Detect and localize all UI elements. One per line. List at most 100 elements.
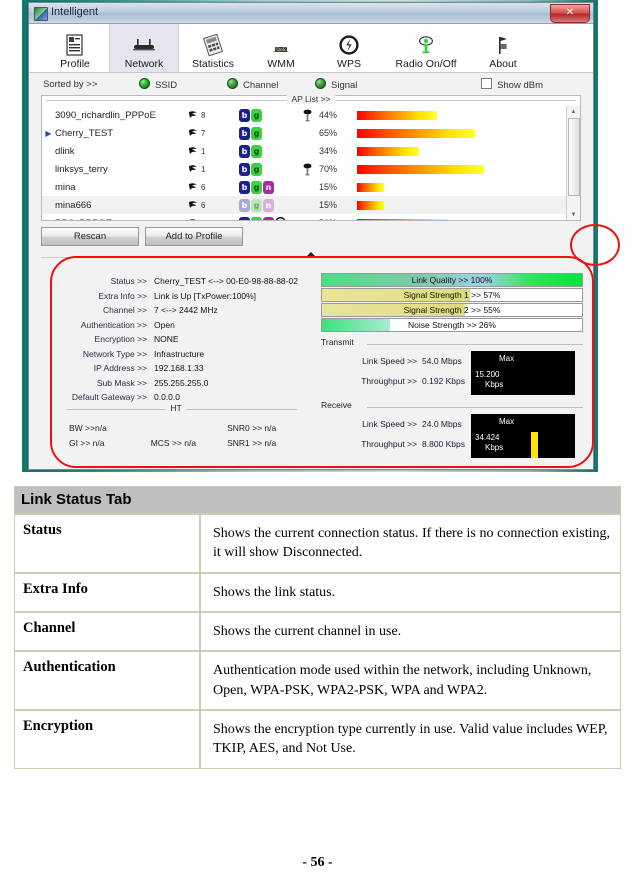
- ap-list-row[interactable]: dlink 1 b g 34%: [42, 142, 566, 160]
- app-logo-icon: [34, 7, 48, 21]
- band-badge-g-icon: g: [251, 126, 262, 140]
- band-badge-g-icon: g: [251, 144, 262, 158]
- table-title: Link Status Tab: [14, 486, 621, 514]
- ap-list-row[interactable]: mina666 6 b g n 15%: [42, 196, 566, 214]
- ap-signal-bar: [357, 164, 485, 174]
- tab-network[interactable]: Network: [109, 24, 179, 72]
- wps-icon: [338, 32, 360, 58]
- table-row-description: Shows the link status.: [200, 572, 621, 612]
- ap-channel: 1: [187, 163, 239, 176]
- ap-signal-bar: [357, 200, 385, 210]
- channel-icon: [189, 182, 197, 190]
- band-badge-b-icon: b: [239, 162, 250, 176]
- ap-signal-percent: 65%: [319, 128, 338, 138]
- rescan-button[interactable]: Rescan: [41, 227, 139, 246]
- ap-list-row[interactable]: mina 6 b g n 15%: [42, 178, 566, 196]
- band-badge-b-icon: b: [239, 126, 250, 140]
- table-row-key: Channel: [14, 611, 200, 652]
- ap-channel-number: 1: [201, 164, 206, 174]
- ap-signal-bar: [357, 146, 419, 156]
- show-dbm-checkbox[interactable]: Show dBm: [481, 77, 543, 91]
- ap-signal-percent: 15%: [319, 182, 338, 192]
- ap-channel: 6: [187, 181, 239, 194]
- ap-channel-number: 6: [201, 182, 206, 192]
- sort-option-signal[interactable]: Signal: [315, 77, 403, 91]
- ap-list-rows[interactable]: 3090_richardlin_PPPoE 8 b g 44% ▶ Cherry_TEST 7…: [42, 106, 566, 220]
- description-table: Link Status Tab Status Shows the current c…: [14, 486, 621, 769]
- add-to-profile-button[interactable]: Add to Profile: [145, 227, 243, 246]
- ap-list-row[interactable]: linksys_terry 1 b g 70%: [42, 160, 566, 178]
- annotation-highlight-collapse-arrow: [570, 224, 620, 266]
- table-row-description: Shows the current connection status. If …: [200, 514, 621, 573]
- sort-option-ssid[interactable]: SSID: [139, 77, 227, 91]
- band-badge-n-icon: n: [263, 180, 274, 194]
- ap-signal-bar: [357, 218, 448, 220]
- radio-antenna-icon: [415, 32, 437, 58]
- network-router-icon: [131, 32, 157, 58]
- table-row-description: Authentication mode used within the netw…: [200, 651, 621, 710]
- band-badge-b-icon: b: [239, 198, 250, 212]
- scroll-up-icon[interactable]: ▲: [567, 106, 580, 117]
- ap-ssid: Cherry_TEST: [55, 127, 114, 139]
- tab-about[interactable]: About: [469, 24, 537, 72]
- radio-icon: [227, 77, 238, 89]
- security-lock-icon: [295, 109, 319, 122]
- tab-statistics[interactable]: Statistics: [179, 24, 247, 72]
- ap-signal-bar: [357, 182, 385, 192]
- page-number: - 56 -: [302, 855, 333, 870]
- ap-channel-number: 6: [201, 200, 206, 210]
- close-button[interactable]: ✕: [550, 4, 590, 23]
- table-row: Extra Info Shows the link status.: [14, 572, 621, 612]
- scrollbar-thumb[interactable]: [568, 118, 580, 196]
- band-badge-b-icon: b: [239, 216, 250, 220]
- tab-about-label: About: [489, 58, 517, 70]
- band-badge-g-icon: g: [251, 108, 262, 122]
- statistics-icon: [202, 32, 224, 58]
- ap-band-badges: bg: [239, 108, 295, 122]
- ap-band-badges: bgn: [239, 198, 295, 212]
- profile-icon: [65, 32, 85, 58]
- ap-channel: 10: [187, 217, 239, 221]
- radio-icon: [315, 77, 326, 89]
- band-badge-b-icon: b: [239, 144, 250, 158]
- ap-ssid: linksys_terry: [55, 163, 108, 175]
- table-row-key: Authentication: [14, 651, 200, 710]
- window-titlebar: Intelligent ✕: [29, 3, 593, 24]
- main-toolbar: Profile Network Statistics QoS WMM WPS R…: [29, 24, 593, 73]
- ap-list-row[interactable]: ▶ Cherry_TEST 7 b g 65%: [42, 124, 566, 142]
- wmm-qos-icon: QoS: [270, 32, 292, 58]
- ap-channel-number: 10: [201, 219, 210, 221]
- band-badge-g-icon: g: [251, 162, 262, 176]
- ap-list-row[interactable]: RD3_PPPOE 10 bgn 50%: [42, 214, 566, 220]
- ap-channel: 8: [187, 109, 239, 122]
- table-row: Status Shows the current connection statu…: [14, 514, 621, 573]
- tab-radio-on-off[interactable]: Radio On/Off: [383, 24, 469, 72]
- band-badge-g-icon: g: [251, 216, 262, 220]
- ap-signal-percent: 34%: [319, 146, 338, 156]
- tab-profile-label: Profile: [60, 58, 90, 70]
- tab-profile[interactable]: Profile: [41, 24, 109, 72]
- ap-ssid: dlink: [55, 145, 75, 157]
- ap-list-header-label: AP List >>: [286, 94, 336, 104]
- ap-channel: 6: [187, 199, 239, 212]
- ap-ssid: 3090_richardlin_PPPoE: [55, 109, 156, 121]
- ap-channel: 7: [187, 127, 239, 140]
- ap-list-panel: AP List >> 3090_richardlin_PPPoE 8 b g 44% ▶ C…: [41, 94, 581, 221]
- tab-wmm[interactable]: QoS WMM: [247, 24, 315, 72]
- ap-list-row[interactable]: 3090_richardlin_PPPoE 8 b g 44%: [42, 106, 566, 124]
- tab-wps[interactable]: WPS: [315, 24, 383, 72]
- sort-option-channel-label: Channel: [243, 79, 279, 91]
- band-badge-g-icon: g: [251, 198, 262, 212]
- ap-channel: 1: [187, 145, 239, 158]
- wps-badge-icon: [275, 216, 286, 220]
- ap-list-scrollbar[interactable]: ▲ ▼: [566, 106, 580, 220]
- band-badge-b-icon: b: [239, 180, 250, 194]
- sort-option-channel[interactable]: Channel: [227, 77, 315, 91]
- ap-channel-number: 8: [201, 110, 206, 120]
- ap-signal-percent: 15%: [319, 200, 338, 210]
- scroll-down-icon[interactable]: ▼: [567, 209, 580, 220]
- table-row-key: Extra Info: [14, 572, 200, 612]
- ap-band-badges: bg: [239, 144, 295, 158]
- sort-bar: Sorted by >> SSID Channel Signal Show dB…: [29, 73, 593, 95]
- sorted-by-label: Sorted by >>: [43, 78, 98, 90]
